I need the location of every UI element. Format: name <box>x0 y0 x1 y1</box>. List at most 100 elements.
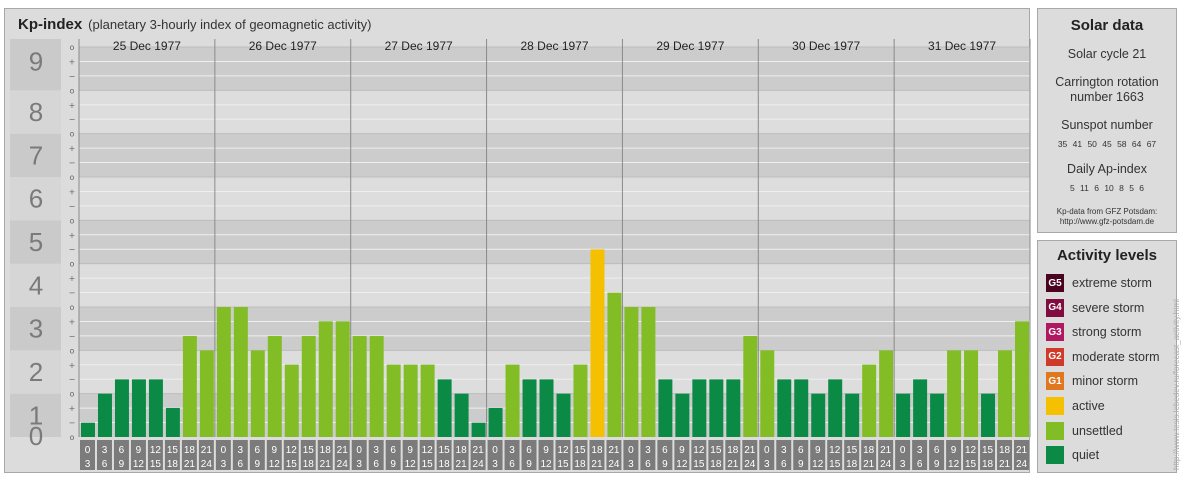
legend-swatch: G5 <box>1046 274 1064 292</box>
interval-end: 24 <box>473 459 485 470</box>
interval-start: 18 <box>184 445 196 456</box>
subtick-label: + <box>69 144 76 153</box>
interval-start: 9 <box>815 445 821 456</box>
interval-end: 21 <box>320 459 332 470</box>
kp-bar <box>318 321 333 437</box>
interval-start: 18 <box>320 445 332 456</box>
kp-bar <box>335 321 350 437</box>
interval-start: 15 <box>574 445 586 456</box>
kp-bar <box>845 393 860 437</box>
interval-start: 21 <box>608 445 620 456</box>
legend-swatch <box>1046 446 1064 465</box>
interval-start: 3 <box>645 445 651 456</box>
interval-start: 15 <box>982 445 994 456</box>
legend-label: strong storm <box>1072 325 1142 340</box>
carrington-rotation: Carrington rotation number 1663 <box>1038 75 1176 105</box>
interval-end: 18 <box>982 459 994 470</box>
activity-levels-panel: Activity levels G5 extreme storm G4 severe … <box>1037 240 1177 473</box>
kp-bar <box>199 350 214 437</box>
interval-end: 6 <box>102 459 108 470</box>
interval-start: 0 <box>356 445 362 456</box>
interval-start: 6 <box>390 445 396 456</box>
interval-end: 6 <box>238 459 244 470</box>
kp-bar <box>284 364 299 437</box>
kp-bar <box>692 379 707 437</box>
kp-bar <box>437 379 452 437</box>
kp-bar <box>964 350 979 437</box>
carrington-line1: Carrington rotation <box>1055 75 1159 89</box>
kp-bar <box>896 393 911 437</box>
ytick-label: 6 <box>29 184 43 214</box>
interval-end: 18 <box>574 459 586 470</box>
interval-end: 6 <box>645 459 651 470</box>
kp-bar <box>454 393 469 437</box>
credit-line1: Kp-data from GFZ Potsdam: <box>1056 207 1158 216</box>
legend-label: extreme storm <box>1072 276 1152 290</box>
day-label: 26 Dec 1977 <box>249 39 317 53</box>
kp-bar <box>794 379 809 437</box>
kp-bar <box>250 350 265 437</box>
kp-bar <box>811 393 826 437</box>
subtick-label: + <box>69 187 76 196</box>
kp-bar <box>148 379 163 437</box>
subtick-label: + <box>69 404 76 413</box>
legend-label: severe storm <box>1072 300 1145 315</box>
interval-start: 9 <box>951 445 957 456</box>
subtick-label: + <box>69 101 76 110</box>
interval-start: 12 <box>829 445 841 456</box>
interval-end: 15 <box>829 459 841 470</box>
legend-item-severe-storm: G4 severe storm <box>1046 298 1145 317</box>
ytick-label: 7 <box>29 140 43 170</box>
interval-start: 18 <box>591 445 603 456</box>
interval-end: 6 <box>917 459 923 470</box>
interval-end: 9 <box>255 459 261 470</box>
legend-label: minor storm <box>1072 374 1138 389</box>
interval-end: 21 <box>184 459 196 470</box>
interval-start: 6 <box>798 445 804 456</box>
interval-end: 6 <box>781 459 787 470</box>
band-6 <box>79 133 1030 177</box>
kp-bar <box>709 379 724 437</box>
interval-start: 15 <box>167 445 179 456</box>
kp-bar <box>369 336 384 437</box>
interval-end: 21 <box>591 459 603 470</box>
legend-swatch <box>1046 421 1064 440</box>
interval-start: 0 <box>900 445 906 456</box>
subtick-label: o <box>70 433 75 442</box>
interval-end: 24 <box>201 459 213 470</box>
interval-start: 21 <box>201 445 213 456</box>
interval-start: 18 <box>727 445 739 456</box>
kp-bar <box>165 407 180 437</box>
carrington-line2: number 1663 <box>1070 90 1144 104</box>
interval-end: 12 <box>948 459 960 470</box>
interval-end: 21 <box>863 459 875 470</box>
interval-start: 12 <box>422 445 434 456</box>
kp-bar <box>522 379 537 437</box>
title-subtitle: (planetary 3-hourly index of geomagnetic… <box>88 17 372 32</box>
legend-item-strong-storm: G3 strong storm <box>1046 323 1142 342</box>
interval-end: 21 <box>456 459 468 470</box>
subtick-label: + <box>69 274 76 283</box>
interval-end: 9 <box>934 459 940 470</box>
interval-end: 18 <box>846 459 858 470</box>
interval-end: 15 <box>286 459 298 470</box>
sunspot-title: Sunspot number <box>1061 118 1153 132</box>
interval-end: 21 <box>727 459 739 470</box>
interval-start: 6 <box>934 445 940 456</box>
subtick-label: o <box>70 216 75 225</box>
kp-bar <box>641 307 656 437</box>
credit-link[interactable]: http://www.gfz-potsdam.de <box>1060 217 1154 226</box>
interval-start: 21 <box>1016 445 1028 456</box>
kp-bar <box>777 379 792 437</box>
subtick-label: + <box>69 361 76 370</box>
subtick-label: + <box>69 231 76 240</box>
interval-start: 3 <box>781 445 787 456</box>
interval-end: 24 <box>608 459 620 470</box>
solar-data-panel: Solar data Solar cycle 21 Carrington rot… <box>1037 8 1177 233</box>
interval-end: 12 <box>540 459 552 470</box>
day-label: 31 Dec 1977 <box>928 39 996 53</box>
kp-bar <box>828 379 843 437</box>
kp-bar <box>386 364 401 437</box>
band-7 <box>79 90 1030 134</box>
subtick-label: o <box>70 43 75 52</box>
